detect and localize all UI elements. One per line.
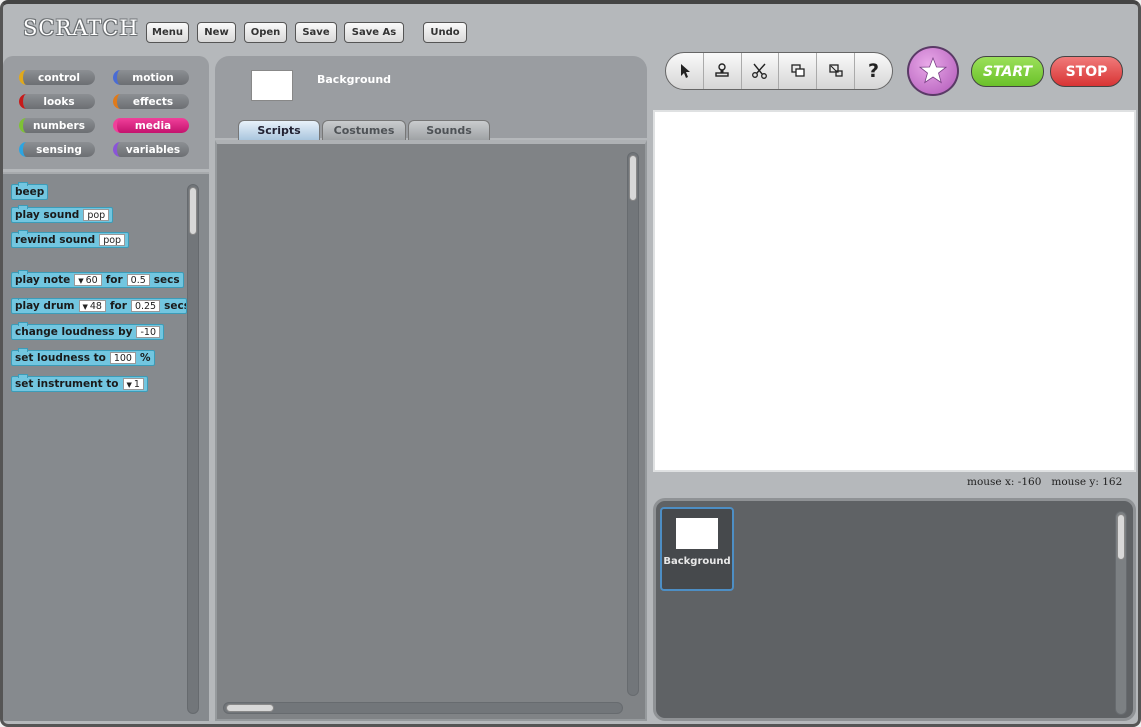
sound-field[interactable]: pop	[99, 234, 126, 246]
mouse-x-label: mouse x:	[967, 476, 1015, 488]
secs-field[interactable]: 0.5	[126, 274, 150, 286]
tab-scripts[interactable]: Scripts	[238, 120, 320, 140]
block-label: beep	[15, 186, 45, 198]
block-set-loudness[interactable]: set loudness to 100 %	[11, 348, 155, 366]
block-label: set instrument to	[15, 378, 119, 390]
palette-scrollbar[interactable]	[187, 184, 199, 714]
scratch-logo: SCRATCH	[23, 16, 139, 40]
category-looks[interactable]: looks	[19, 94, 95, 109]
category-media[interactable]: media	[113, 118, 189, 133]
stage[interactable]	[653, 110, 1136, 472]
block-beep[interactable]: beep	[11, 182, 49, 200]
mouse-x-value: -160	[1017, 476, 1042, 488]
block-play-note[interactable]: play note 60 for 0.5 secs	[11, 270, 184, 288]
block-label: set loudness to	[15, 352, 106, 364]
grow-icon	[791, 64, 805, 77]
help-icon: ?	[868, 60, 880, 82]
sprite-list-scroll-thumb[interactable]	[1117, 514, 1125, 560]
category-numbers[interactable]: numbers	[19, 118, 95, 133]
block-label: play drum	[15, 300, 75, 312]
start-button[interactable]: START	[971, 56, 1044, 87]
category-sensing[interactable]: sensing	[19, 142, 95, 157]
category-motion[interactable]: motion	[113, 70, 189, 85]
shrink-tool[interactable]	[817, 53, 856, 89]
tool-bar: ?	[665, 52, 893, 90]
background-thumbnail	[676, 518, 718, 549]
tab-costumes[interactable]: Costumes	[322, 120, 406, 140]
block-label: rewind sound	[15, 234, 96, 246]
sprite-list: Background	[653, 498, 1136, 721]
shrink-icon	[829, 64, 843, 77]
scripts-vertical-scrollbar[interactable]	[627, 152, 639, 696]
scripts-horizontal-scrollbar[interactable]	[223, 702, 623, 714]
delete-tool[interactable]	[742, 53, 780, 89]
stop-button[interactable]: STOP	[1050, 56, 1123, 87]
stamp-icon	[715, 63, 729, 77]
scripts-vscroll-thumb[interactable]	[629, 155, 637, 201]
loudness-field[interactable]: -10	[136, 326, 160, 338]
background-tile[interactable]: Background	[660, 507, 734, 591]
block-label: play note	[15, 274, 71, 286]
drum-dropdown[interactable]: 48	[78, 300, 106, 312]
presentation-mode-button[interactable]	[907, 46, 959, 96]
category-effects[interactable]: effects	[113, 94, 189, 109]
sprite-name[interactable]: Background	[317, 73, 391, 86]
scratch-window: SCRATCH Menu New Open Save Save As Undo …	[0, 0, 1141, 727]
sprite-list-scrollbar[interactable]	[1115, 511, 1127, 715]
scripts-hscroll-thumb[interactable]	[226, 704, 274, 712]
category-panel: control motion looks effects numbers med…	[3, 56, 209, 169]
palette-scroll-thumb[interactable]	[189, 187, 197, 235]
grow-tool[interactable]	[779, 53, 818, 89]
block-label: play sound	[15, 209, 80, 221]
category-control[interactable]: control	[19, 70, 95, 85]
block-label: for	[105, 274, 123, 286]
save-as-button[interactable]: Save As	[344, 22, 404, 43]
open-button[interactable]: Open	[244, 22, 287, 43]
block-change-loudness[interactable]: change loudness by -10	[11, 322, 164, 340]
arrow-tool[interactable]	[666, 53, 704, 89]
block-label: %	[139, 352, 151, 364]
block-label: secs	[153, 274, 180, 286]
secs-field[interactable]: 0.25	[130, 300, 161, 312]
block-label: change loudness by	[15, 326, 133, 338]
scripts-area[interactable]	[215, 140, 647, 721]
block-play-sound[interactable]: play sound pop	[11, 205, 114, 223]
category-variables[interactable]: variables	[113, 142, 189, 157]
sprite-thumbnail	[251, 70, 293, 101]
mouse-coordinates: mouse x: -160 mouse y: 162	[967, 476, 1122, 488]
background-label: Background	[663, 556, 731, 567]
instrument-dropdown[interactable]: 1	[122, 378, 144, 390]
block-label: for	[109, 300, 127, 312]
block-label: secs	[164, 300, 186, 312]
duplicate-tool[interactable]	[704, 53, 742, 89]
block-set-instrument[interactable]: set instrument to 1	[11, 374, 148, 392]
save-button[interactable]: Save	[295, 22, 337, 43]
tab-sounds[interactable]: Sounds	[408, 120, 490, 140]
arrow-icon	[681, 64, 691, 78]
undo-button[interactable]: Undo	[423, 22, 467, 43]
note-dropdown[interactable]: 60	[74, 274, 102, 286]
help-tool[interactable]: ?	[855, 53, 892, 89]
new-button[interactable]: New	[197, 22, 236, 43]
scissors-icon	[752, 63, 768, 79]
block-rewind-sound[interactable]: rewind sound pop	[11, 230, 130, 248]
mouse-y-label: mouse y:	[1051, 476, 1099, 488]
sound-field[interactable]: pop	[83, 209, 110, 221]
star-icon	[918, 56, 948, 84]
menu-button[interactable]: Menu	[146, 22, 189, 43]
block-play-drum[interactable]: play drum 48 for 0.25 secs	[11, 298, 187, 314]
mouse-y-value: 162	[1102, 476, 1123, 488]
block-palette: beep play sound pop rewind sound pop pla…	[3, 172, 209, 721]
loudness-field[interactable]: 100	[109, 352, 136, 364]
